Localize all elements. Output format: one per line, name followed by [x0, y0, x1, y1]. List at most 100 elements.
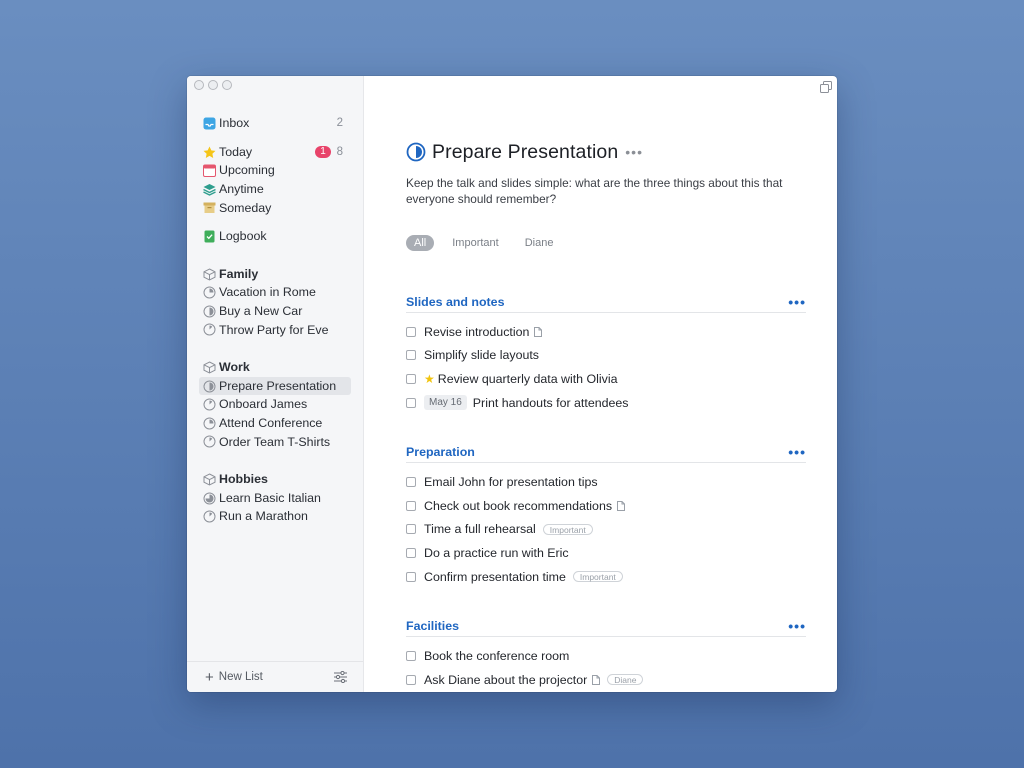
section-preparation: Preparation ••• Email John for presentat… [406, 444, 806, 589]
task-checkbox[interactable] [406, 651, 416, 662]
project-label: Onboard James [219, 397, 308, 412]
task-checkbox[interactable] [406, 373, 416, 384]
task-row[interactable]: Confirm presentation time Important [406, 565, 806, 589]
today-count: 8 [336, 145, 343, 158]
project-label: Prepare Presentation [219, 378, 337, 393]
area-label: Family [219, 266, 259, 281]
tag-filter-all[interactable]: All [406, 235, 435, 251]
section-title[interactable]: Slides and notes [406, 295, 504, 309]
note-icon [617, 500, 626, 511]
area-label: Work [219, 360, 250, 375]
layers-icon [203, 183, 216, 196]
sidebar-project-throw-party-for-eve[interactable]: Throw Party for Eve [201, 320, 351, 339]
task-row[interactable]: Simplify slide layouts [406, 344, 806, 368]
project-label: Order Team T-Shirts [219, 434, 331, 449]
sidebar-project-onboard-james[interactable]: Onboard James [201, 395, 351, 414]
task-checkbox[interactable] [406, 571, 416, 582]
star-icon [203, 146, 216, 158]
note-icon [534, 326, 543, 337]
task-checkbox[interactable] [406, 524, 416, 535]
sidebar-item-today[interactable]: Today 1 8 [201, 143, 351, 162]
task-title: Book the conference room [424, 649, 570, 664]
zoom-window-button[interactable] [222, 80, 232, 90]
upcoming-label: Upcoming [219, 163, 275, 178]
task-tag: Diane [607, 674, 644, 686]
task-checkbox[interactable] [406, 500, 416, 511]
task-row[interactable]: Do a practice run with Eric [406, 541, 806, 565]
task-title: Revise introduction [424, 324, 530, 339]
sliders-icon[interactable] [334, 671, 347, 683]
project-header: Prepare Presentation ••• [406, 140, 806, 164]
project-progress-icon [203, 435, 216, 448]
sidebar-project-learn-basic-italian[interactable]: Learn Basic Italian [201, 489, 351, 508]
task-row[interactable]: Ask Diane about the projector Diane [406, 668, 806, 692]
inbox-label: Inbox [219, 116, 250, 131]
task-row[interactable]: ★ Review quarterly data with Olivia [406, 367, 806, 391]
task-title: Simplify slide layouts [424, 348, 540, 363]
logbook-label: Logbook [219, 229, 267, 244]
close-window-button[interactable] [194, 80, 204, 90]
section-more-icon[interactable]: ••• [788, 444, 806, 460]
task-title: Review quarterly data with Olivia [437, 371, 618, 386]
project-progress-icon [203, 492, 216, 504]
someday-label: Someday [219, 200, 272, 215]
sidebar-project-prepare-presentation[interactable]: Prepare Presentation [199, 376, 351, 396]
duplicate-window-icon[interactable] [820, 81, 832, 93]
new-list-button[interactable]: New List [219, 671, 263, 683]
section-more-icon[interactable]: ••• [788, 294, 806, 310]
task-tag: Important [542, 523, 593, 535]
sidebar-item-someday[interactable]: Someday [201, 198, 351, 217]
sidebar-project-vacation-in-rome[interactable]: Vacation in Rome [201, 283, 351, 302]
sidebar-project-attend-conference[interactable]: Attend Conference [201, 414, 351, 433]
sidebar-item-anytime[interactable]: Anytime [201, 180, 351, 199]
task-checkbox[interactable] [406, 547, 416, 558]
anytime-label: Anytime [219, 182, 264, 197]
section-title[interactable]: Facilities [406, 619, 459, 633]
task-row[interactable]: May 16 Print handouts for attendees [406, 391, 806, 415]
sidebar-area-work[interactable]: Work [201, 358, 351, 377]
task-checkbox[interactable] [406, 477, 416, 488]
area-cube-icon [203, 361, 216, 374]
tag-filter-diane[interactable]: Diane [517, 235, 562, 251]
plus-icon[interactable]: + [205, 670, 214, 685]
project-label: Throw Party for Eve [219, 322, 329, 337]
note-icon [592, 674, 601, 685]
project-notes[interactable]: Keep the talk and slides simple: what ar… [406, 175, 796, 207]
section-facilities: Facilities ••• Book the conference room … [406, 618, 806, 692]
inbox-count: 2 [336, 117, 343, 130]
page-title[interactable]: Prepare Presentation [432, 141, 618, 164]
section-title[interactable]: Preparation [406, 445, 475, 459]
project-label: Learn Basic Italian [219, 490, 321, 505]
project-progress-icon [203, 380, 216, 393]
sidebar-item-upcoming[interactable]: Upcoming [201, 161, 351, 180]
task-checkbox[interactable] [406, 397, 416, 408]
sidebar-project-run-a-marathon[interactable]: Run a Marathon [201, 507, 351, 526]
sidebar-nav: Inbox 2 Today 1 8 Upcoming Anytime Somed… [199, 114, 351, 526]
task-checkbox[interactable] [406, 326, 416, 337]
task-row[interactable]: Book the conference room [406, 644, 806, 668]
task-checkbox[interactable] [406, 674, 416, 685]
task-row[interactable]: Revise introduction [406, 320, 806, 344]
task-checkbox[interactable] [406, 350, 416, 361]
project-progress-icon [203, 286, 216, 299]
sidebar-item-logbook[interactable]: Logbook [201, 227, 351, 246]
sidebar-item-inbox[interactable]: Inbox 2 [201, 114, 351, 133]
tag-filter-important[interactable]: Important [444, 235, 506, 251]
project-progress-icon [203, 510, 216, 523]
task-row[interactable]: Check out book recommendations [406, 494, 806, 518]
sidebar-project-order-team-t-shirts[interactable]: Order Team T-Shirts [201, 432, 351, 451]
minimize-window-button[interactable] [208, 80, 218, 90]
more-options-icon[interactable]: ••• [625, 144, 643, 160]
task-row[interactable]: Email John for presentation tips [406, 470, 806, 494]
project-label: Attend Conference [219, 416, 323, 431]
sidebar-project-buy-a-new-car[interactable]: Buy a New Car [201, 302, 351, 321]
section-more-icon[interactable]: ••• [788, 618, 806, 634]
sidebar-area-family[interactable]: Family [201, 265, 351, 284]
calendar-icon [203, 164, 216, 178]
project-progress-icon[interactable] [406, 142, 426, 162]
section-header: Preparation ••• [406, 444, 806, 464]
area-cube-icon [203, 268, 216, 281]
task-row[interactable]: Time a full rehearsal Important [406, 518, 806, 542]
sidebar-area-hobbies[interactable]: Hobbies [201, 470, 351, 489]
archive-box-icon [203, 202, 216, 214]
